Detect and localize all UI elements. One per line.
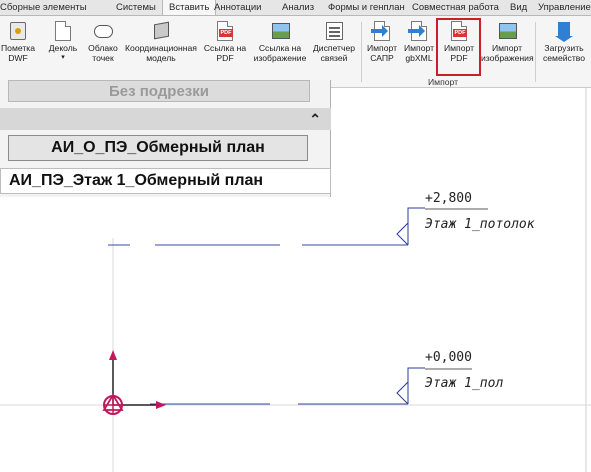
import-cad-icon <box>371 20 393 42</box>
ribbon-separator <box>535 22 536 82</box>
decal-icon <box>52 20 74 42</box>
link-manager-button[interactable]: Диспетчер связей <box>309 18 359 74</box>
import-pdf-highlight <box>436 18 481 76</box>
pdf-link-icon: PDF <box>214 20 236 42</box>
tab-insert[interactable]: Вставить <box>162 0 217 15</box>
view-selector-panel: Без подрезки ⌃ АИ_О_ПЭ_Обмерный план АИ_… <box>0 80 331 197</box>
ribbon-tab-bar: Сборные элементы Системы Вставить Аннота… <box>0 0 591 16</box>
ribbon-panel: Пометка DWF Деколь ▾ Облако точек Коорди… <box>0 16 591 88</box>
level-ceiling-name: Этаж 1_потолок <box>425 217 535 232</box>
import-image-icon <box>496 20 518 42</box>
download-icon <box>553 20 575 42</box>
level-floor-name: Этаж 1_пол <box>425 376 504 391</box>
origin-marker-icon[interactable] <box>102 350 166 415</box>
tab-analyze[interactable]: Анализ <box>282 0 314 15</box>
point-cloud-button[interactable]: Облако точек <box>84 18 122 74</box>
import-image-button[interactable]: Импорт изображения <box>481 18 534 74</box>
tab-annotate[interactable]: Аннотации <box>214 0 262 15</box>
crop-region-button[interactable]: Без подрезки <box>8 80 310 102</box>
link-manager-icon <box>323 20 345 42</box>
chevron-down-icon: ▾ <box>61 54 65 61</box>
import-cad-button[interactable]: Импорт САПР <box>363 18 401 74</box>
import-group-label: Импорт <box>428 77 459 87</box>
view-panel-collapse-bar[interactable]: ⌃ <box>0 108 331 130</box>
coordination-model-icon <box>150 20 172 42</box>
dwf-markup-button[interactable]: Пометка DWF <box>0 18 38 74</box>
view-list-item[interactable]: АИ_ПЭ_Этаж 1_Обмерный план <box>0 168 331 194</box>
level-ceiling-elevation: +2,800 <box>425 191 472 206</box>
tab-collaborate[interactable]: Совместная работа <box>412 0 499 15</box>
pdf-link-button[interactable]: PDF Ссылка на PDF <box>201 18 249 74</box>
tab-systems[interactable]: Системы <box>116 0 156 15</box>
load-family-button[interactable]: Загрузить семейство <box>537 18 591 74</box>
coordination-model-button[interactable]: Координационная модель <box>122 18 200 74</box>
level-floor-elevation: +0,000 <box>425 350 472 365</box>
tab-view[interactable]: Вид <box>510 0 527 15</box>
ribbon-separator <box>361 22 362 82</box>
chevron-double-up-icon[interactable]: ⌃ <box>309 110 321 128</box>
tab-manage[interactable]: Управление <box>538 0 591 15</box>
dwf-markup-icon <box>7 20 29 42</box>
point-cloud-icon <box>92 20 114 42</box>
import-gbxml-button[interactable]: Импорт gbXML <box>400 18 438 74</box>
decal-button[interactable]: Деколь ▾ <box>44 18 82 74</box>
tab-massing-site[interactable]: Формы и генплан <box>328 0 405 15</box>
view-list-item-selected[interactable]: АИ_О_ПЭ_Обмерный план <box>8 135 308 161</box>
level-floor[interactable] <box>150 367 472 405</box>
image-link-icon <box>269 20 291 42</box>
import-gbxml-icon <box>408 20 430 42</box>
tab-prefab[interactable]: Сборные элементы <box>0 0 87 15</box>
image-link-button[interactable]: Ссылка на изображение <box>251 18 309 74</box>
